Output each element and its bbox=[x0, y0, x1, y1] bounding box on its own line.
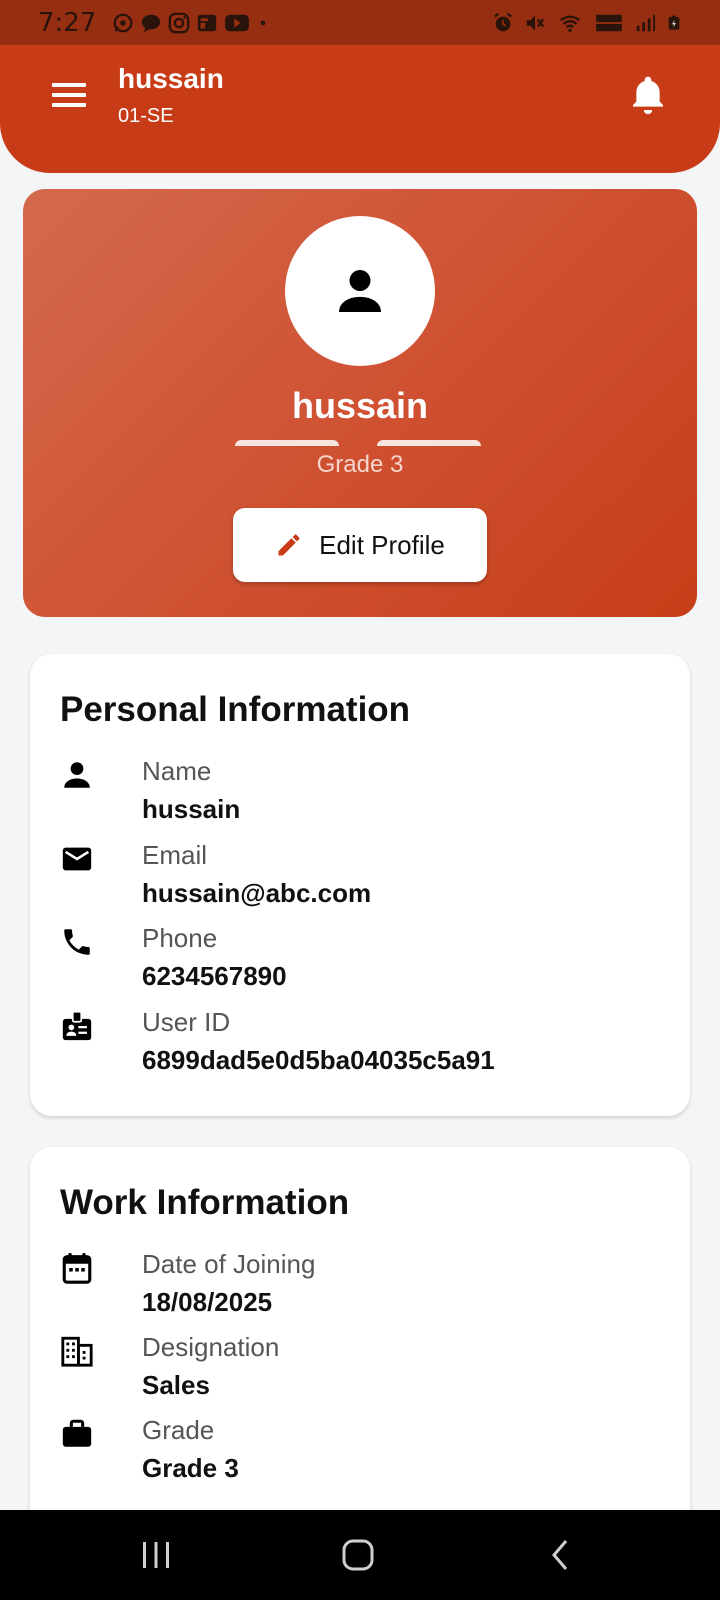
menu-icon-bar bbox=[52, 83, 86, 87]
app-bar-title: hussain bbox=[118, 63, 224, 94]
volte-icon bbox=[596, 14, 622, 31]
wifi-icon bbox=[560, 15, 580, 32]
status-time: 7:27 bbox=[38, 7, 97, 38]
info-label: Phone bbox=[142, 923, 218, 953]
menu-icon-bar bbox=[52, 93, 86, 97]
system-navigation-bar bbox=[0, 1510, 720, 1600]
home-button[interactable] bbox=[328, 1530, 388, 1580]
info-label: Email bbox=[142, 840, 208, 870]
back-button[interactable] bbox=[530, 1530, 590, 1580]
info-value: hussain bbox=[142, 794, 241, 824]
department-chip bbox=[377, 440, 481, 446]
dot-icon bbox=[261, 20, 266, 25]
info-value: 6234567890 bbox=[142, 961, 287, 991]
info-value: Sales bbox=[142, 1370, 210, 1400]
recent-apps-icon bbox=[143, 1542, 169, 1568]
status-right bbox=[492, 12, 682, 34]
youtube-icon bbox=[225, 14, 250, 31]
status-bar: 7:27 bbox=[0, 0, 720, 45]
status-left: 7:27 bbox=[38, 8, 270, 38]
info-value: Grade 3 bbox=[142, 1453, 239, 1483]
personal-information-title: Personal Information bbox=[60, 690, 411, 729]
app-bar-subtitle: 01-SE bbox=[118, 105, 174, 127]
email-icon bbox=[62, 847, 92, 871]
work-information-title: Work Information bbox=[60, 1183, 350, 1222]
calendar-icon bbox=[62, 1253, 92, 1284]
edit-profile-button[interactable]: Edit Profile bbox=[233, 508, 487, 582]
home-icon bbox=[342, 1539, 374, 1571]
badge-icon bbox=[62, 1010, 92, 1041]
briefcase-icon bbox=[62, 1419, 92, 1447]
info-row-name: Name hussain bbox=[60, 756, 660, 836]
menu-icon-bar bbox=[52, 103, 86, 107]
info-row-designation: Designation Sales bbox=[60, 1332, 660, 1412]
menu-button[interactable] bbox=[52, 77, 96, 113]
info-row-date-of-joining: Date of Joining 18/08/2025 bbox=[60, 1249, 660, 1329]
role-chip bbox=[235, 440, 339, 446]
whatsapp-icon bbox=[113, 13, 133, 32]
status-app-icons bbox=[112, 12, 270, 34]
info-row-email: Email hussain@abc.com bbox=[60, 840, 660, 920]
person-icon bbox=[339, 270, 381, 312]
instagram-icon bbox=[169, 12, 190, 33]
signal-icon bbox=[636, 14, 656, 31]
info-row-user-id: User ID 6899dad5e0d5ba04035c5a91 bbox=[60, 1007, 660, 1087]
info-label: Grade bbox=[142, 1415, 215, 1445]
battery-icon bbox=[668, 15, 680, 30]
chat-icon bbox=[142, 14, 161, 32]
bell-icon[interactable] bbox=[628, 73, 668, 117]
info-value: 18/08/2025 bbox=[142, 1287, 273, 1317]
alarm-icon bbox=[494, 12, 512, 31]
app-bar: hussain 01-SE bbox=[0, 45, 720, 173]
info-value: hussain@abc.com bbox=[142, 878, 372, 908]
profile-name: hussain bbox=[291, 385, 429, 426]
edit-profile-label: Edit Profile bbox=[319, 529, 445, 560]
profile-grade: Grade 3 bbox=[316, 451, 404, 478]
info-row-phone: Phone 6234567890 bbox=[60, 923, 660, 1003]
news-icon bbox=[198, 14, 217, 31]
info-label: Designation bbox=[142, 1332, 280, 1362]
person-icon bbox=[64, 762, 90, 788]
info-label: Date of Joining bbox=[142, 1249, 316, 1279]
recent-apps-button[interactable] bbox=[126, 1530, 186, 1580]
avatar[interactable] bbox=[285, 216, 435, 366]
info-label: User ID bbox=[142, 1007, 231, 1037]
mute-icon bbox=[526, 15, 545, 30]
phone-icon bbox=[64, 929, 90, 955]
info-value: 6899dad5e0d5ba04035c5a91 bbox=[142, 1045, 495, 1075]
profile-header-card: hussain Grade 3 Edit Profile bbox=[23, 189, 697, 617]
edit-icon bbox=[278, 534, 300, 556]
building-icon bbox=[61, 1336, 93, 1367]
personal-information-card: Personal Information Name hussain Email … bbox=[30, 654, 690, 1116]
info-label: Name bbox=[142, 756, 212, 786]
back-icon bbox=[552, 1540, 568, 1570]
info-row-grade: Grade Grade 3 bbox=[60, 1415, 660, 1495]
